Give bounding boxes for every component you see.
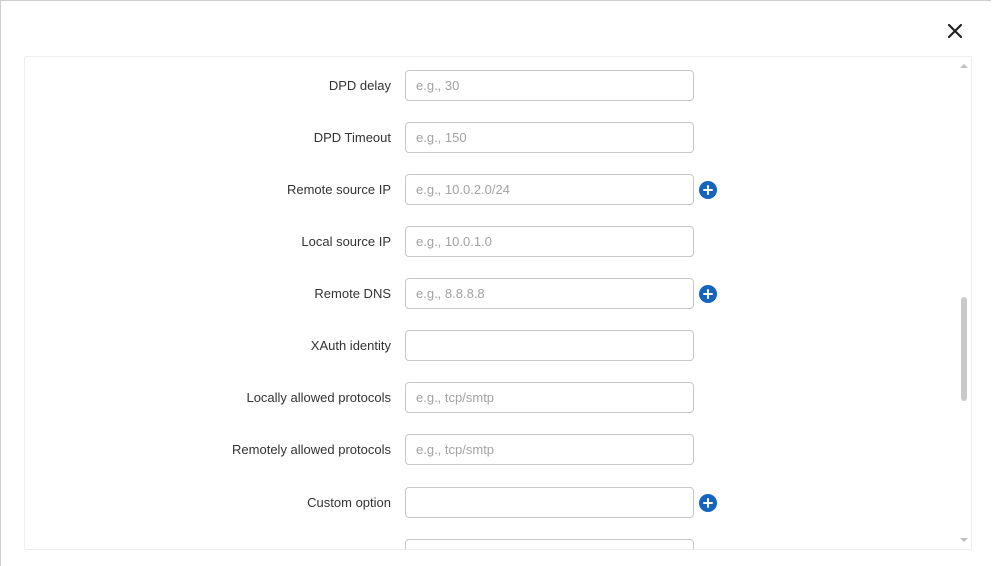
locally-allowed-protocols-input[interactable] <box>405 382 694 413</box>
form-row-dpd-delay: DPD delay <box>25 70 955 101</box>
scroll-up-icon[interactable] <box>960 64 968 68</box>
form-row-partial <box>25 539 955 549</box>
form-row-xauth-identity: XAuth identity <box>25 330 955 361</box>
field-label: Locally allowed protocols <box>246 390 391 405</box>
local-source-ip-input[interactable] <box>405 226 694 257</box>
xauth-identity-input[interactable] <box>405 330 694 361</box>
field-label: DPD delay <box>328 78 391 93</box>
plus-icon <box>703 185 713 195</box>
close-icon <box>947 23 963 39</box>
form-row-remotely-allowed-protocols: Remotely allowed protocols <box>25 434 955 465</box>
custom-option-input[interactable] <box>405 487 694 518</box>
dpd-delay-input[interactable] <box>405 70 694 101</box>
scroll-down-icon[interactable] <box>960 538 968 542</box>
modal-dialog: DPD delay DPD Timeout Remote source IP L… <box>0 0 991 566</box>
field-label: Remotely allowed protocols <box>232 442 391 457</box>
field-label: DPD Timeout <box>313 130 391 145</box>
field-label: Remote source IP <box>286 182 391 197</box>
plus-icon <box>703 289 713 299</box>
form-row-locally-allowed-protocols: Locally allowed protocols <box>25 382 955 413</box>
form-row-dpd-timeout: DPD Timeout <box>25 122 955 153</box>
plus-icon <box>703 498 713 508</box>
vertical-scrollbar[interactable] <box>957 57 971 549</box>
remote-source-ip-input[interactable] <box>405 174 694 205</box>
partial-field-input[interactable] <box>405 539 694 549</box>
form-row-remote-dns: Remote DNS <box>25 278 955 309</box>
settings-panel: DPD delay DPD Timeout Remote source IP L… <box>24 56 972 550</box>
field-label: Remote DNS <box>314 286 391 301</box>
field-label: Local source IP <box>301 234 391 249</box>
form-row-local-source-ip: Local source IP <box>25 226 955 257</box>
add-custom-option-button[interactable] <box>699 494 717 512</box>
scrollbar-thumb[interactable] <box>961 297 967 401</box>
form-row-remote-source-ip: Remote source IP <box>25 174 955 205</box>
field-label: XAuth identity <box>310 338 391 353</box>
add-remote-source-ip-button[interactable] <box>699 181 717 199</box>
add-remote-dns-button[interactable] <box>699 285 717 303</box>
remotely-allowed-protocols-input[interactable] <box>405 434 694 465</box>
dpd-timeout-input[interactable] <box>405 122 694 153</box>
field-label: Custom option <box>307 495 391 510</box>
close-button[interactable] <box>941 17 969 45</box>
remote-dns-input[interactable] <box>405 278 694 309</box>
form-row-custom-option: Custom option <box>25 487 955 518</box>
